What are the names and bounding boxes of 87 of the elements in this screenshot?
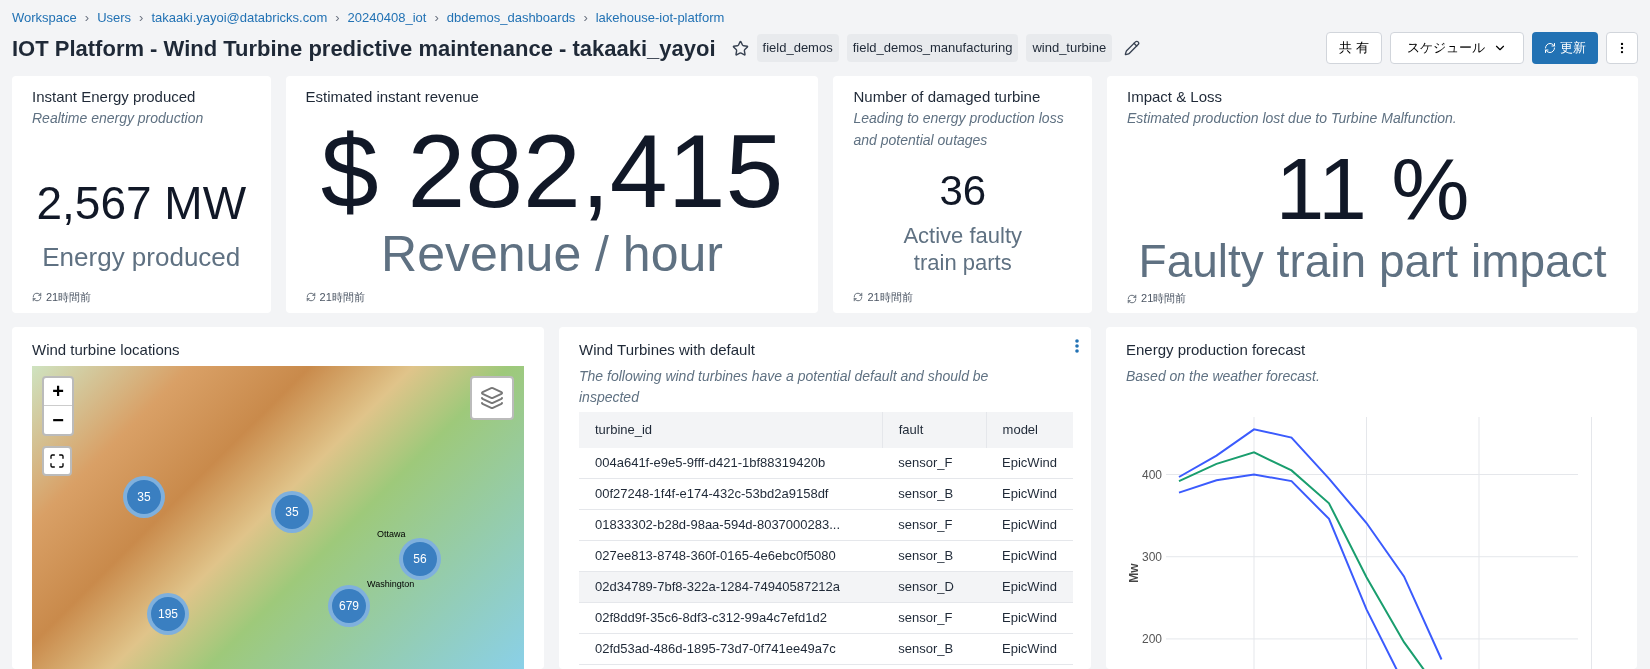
y-axis-title: Mw	[1127, 563, 1141, 583]
refresh-icon	[1544, 42, 1556, 54]
breadcrumb-separator: ›	[434, 9, 439, 27]
tag: field_demos_manufacturing	[846, 34, 1019, 62]
table-cell[interactable]: 01833302-b28d-98aa-594d-8037000283...	[579, 509, 883, 541]
column-header[interactable]: model	[986, 411, 1073, 448]
breadcrumb-link[interactable]: Users	[97, 8, 132, 28]
breadcrumb-link[interactable]: 20240408_iot	[347, 8, 427, 28]
metric-label: Revenue / hour	[381, 224, 723, 284]
breadcrumb-link[interactable]: Workspace	[12, 8, 77, 28]
table-cell[interactable]: EpicWind	[986, 540, 1073, 572]
metric-value: 2,567 MW	[36, 175, 247, 231]
table-cell[interactable]: EpicWind	[986, 602, 1073, 634]
refresh-icon	[305, 291, 316, 302]
table-cell[interactable]: EpicWind	[986, 447, 1073, 479]
y-tick-label: 400	[1141, 467, 1162, 482]
card-subtitle: Based on the weather forecast.	[1126, 366, 1321, 386]
table-cell[interactable]: sensor_F	[882, 509, 987, 541]
refresh-icon	[1127, 293, 1137, 304]
share-button[interactable]: 共 有	[1326, 32, 1382, 64]
updated-time: 21時間前	[319, 289, 365, 305]
updated-time: 21時間前	[867, 289, 913, 305]
breadcrumb-separator: ›	[139, 9, 144, 27]
updated-time: 21時間前	[46, 289, 92, 305]
breadcrumb-separator: ›	[335, 9, 340, 27]
table-cell[interactable]: sensor_B	[882, 633, 987, 665]
updated-time: 21時間前	[1141, 291, 1187, 307]
card-title: Instant Energy produced	[32, 88, 197, 107]
breadcrumb-separator: ›	[583, 9, 588, 27]
breadcrumb-separator: ›	[84, 9, 90, 27]
table-cell[interactable]: EpicWind	[986, 633, 1073, 665]
card-title: Energy production forecast	[1126, 340, 1307, 360]
layers-icon	[480, 385, 504, 410]
edit-pencil-icon[interactable]	[1124, 40, 1141, 56]
vertical-dots-icon	[1075, 339, 1079, 353]
card-title: Wind turbine locations	[32, 340, 181, 360]
dashboard-title: IOT Platform - Wind Turbine predictive maintenance - takaaki_yayoi	[12, 34, 716, 63]
metric-value: 36	[939, 165, 987, 216]
table-cell[interactable]: 02fd53ad-486d-1895-73d7-0f741ee49a7c	[579, 633, 883, 665]
table-cell[interactable]: sensor_F	[882, 602, 987, 634]
card-title: Wind Turbines with default	[579, 340, 756, 360]
column-header[interactable]: fault	[882, 411, 987, 448]
card-subtitle: Realtime energy production	[32, 108, 205, 128]
y-tick-label: 300	[1141, 549, 1162, 564]
refresh-button[interactable]: 更新	[1532, 32, 1598, 64]
fullscreen-button[interactable]	[42, 445, 72, 476]
zoom-in-button[interactable]: +	[44, 377, 72, 406]
refresh-icon	[32, 291, 42, 302]
city-label: Washington	[367, 577, 415, 591]
column-header[interactable]: turbine_id	[579, 411, 883, 448]
table-cell[interactable]: 02d34789-7bf8-322a-1284-74940587212a	[579, 571, 883, 603]
layers-button[interactable]	[470, 375, 514, 420]
tag: field_demos	[756, 34, 839, 62]
card-subtitle: The following wind turbines have a potential default and should be inspected	[579, 366, 990, 407]
card-title: Impact & Loss	[1127, 88, 1224, 107]
schedule-button[interactable]: スケジュール	[1390, 32, 1524, 64]
table-cell[interactable]: 00f27248-1f4f-e174-432c-53bd2a9158df	[579, 478, 883, 510]
metric-label: Faulty train part impact	[1138, 233, 1607, 289]
city-label: Ottawa	[377, 527, 406, 541]
metric-label: Active faulty train parts	[902, 221, 1024, 277]
table-cell[interactable]: 004a641f-e9e5-9fff-d421-1bf88319420b	[579, 447, 883, 479]
map[interactable]: + − 35 35 56 195 679 Ottawa Washington	[32, 365, 524, 669]
tag: wind_turbine	[1026, 34, 1113, 62]
card-subtitle: Leading to energy production loss and potential outages	[853, 108, 1065, 150]
card-title: Estimated instant revenue	[305, 88, 480, 107]
table-cell[interactable]: EpicWind	[986, 571, 1073, 603]
fullscreen-icon	[49, 452, 65, 469]
breadcrumb-link[interactable]: takaaki.yayoi@databricks.com	[151, 8, 328, 28]
metric-label: Energy produced	[42, 240, 241, 274]
favorite-star-icon[interactable]	[731, 39, 749, 57]
refresh-icon	[853, 291, 864, 302]
table-cell[interactable]: sensor_B	[882, 540, 987, 572]
card-subtitle: Estimated production lost due to Turbine Malfunction.	[1127, 108, 1458, 128]
table-cell[interactable]: 02f8dd9f-35c6-8df3-c312-99a4c7efd1d2	[579, 602, 883, 634]
table-cell[interactable]: sensor_D	[882, 571, 987, 603]
metric-value: $ 282,415	[320, 118, 784, 223]
y-tick-label: 200	[1141, 631, 1162, 646]
breadcrumb-link[interactable]: lakehouse-iot-platform	[595, 8, 725, 28]
table-cell[interactable]: EpicWind	[986, 509, 1073, 541]
zoom-out-button[interactable]: −	[44, 405, 72, 434]
table-cell[interactable]: sensor_F	[882, 447, 987, 479]
table-cell[interactable]: sensor_B	[882, 478, 987, 510]
metric-value: 11 %	[1275, 144, 1470, 233]
card-title: Number of damaged turbine	[853, 88, 1042, 107]
breadcrumb-link[interactable]: dbdemos_dashboards	[446, 8, 576, 28]
table-cell[interactable]: 027ee813-8748-360f-0165-4e6ebc0f5080	[579, 540, 883, 572]
table-cell[interactable]: EpicWind	[986, 478, 1073, 510]
